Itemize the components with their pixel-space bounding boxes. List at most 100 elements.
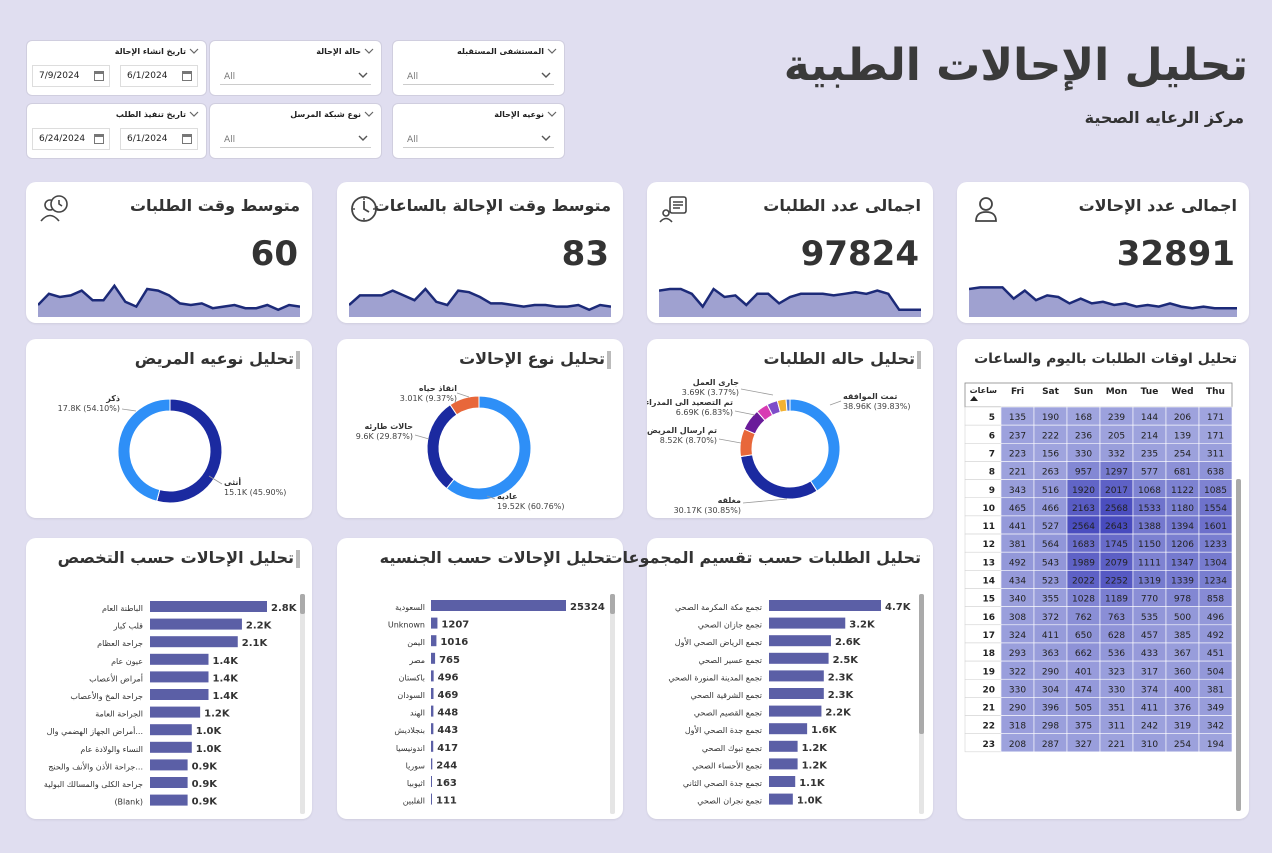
bar[interactable] [431, 600, 566, 611]
bar[interactable] [150, 794, 188, 806]
donut-slice[interactable] [117, 398, 171, 502]
scrollbar[interactable] [300, 594, 305, 814]
donut-slice[interactable] [156, 398, 223, 504]
bar[interactable] [431, 688, 434, 699]
chevron-down-icon[interactable] [540, 132, 552, 144]
bar[interactable] [769, 688, 824, 699]
chevron-down-icon[interactable] [357, 69, 369, 81]
bar[interactable] [431, 635, 437, 647]
bar[interactable] [431, 617, 438, 629]
bar[interactable] [431, 776, 432, 787]
sparkline[interactable] [659, 273, 921, 317]
bar[interactable] [150, 706, 201, 718]
column-header[interactable]: Thu [1206, 387, 1225, 397]
column-header[interactable]: Tue [1141, 387, 1159, 397]
cell-value: 381 [1009, 540, 1026, 550]
chevron-down-icon[interactable] [546, 109, 558, 119]
bar[interactable] [431, 670, 434, 682]
calendar-icon[interactable] [182, 134, 192, 144]
sparkline[interactable] [349, 273, 611, 317]
referral-type-donut[interactable]: عاديه19.52K (60.76%) حالات طارئه9.6K (29.… [337, 339, 623, 518]
scrollbar-thumb[interactable] [610, 594, 615, 614]
date-to-input[interactable]: 7/9/2024 [32, 65, 110, 87]
filter-value[interactable]: All [224, 135, 235, 145]
chevron-down-icon[interactable] [188, 46, 200, 56]
bar[interactable] [150, 759, 188, 771]
chevron-down-icon[interactable] [188, 109, 200, 119]
bar[interactable] [150, 689, 209, 700]
calendar-icon[interactable] [182, 71, 192, 81]
column-header[interactable]: Wed [1171, 387, 1193, 397]
bar[interactable] [431, 705, 434, 717]
column-header[interactable]: Mon [1106, 387, 1128, 397]
bar[interactable] [769, 635, 831, 647]
specialty-bar-chart[interactable]: الباطنة العام 2.8K قلب كبار 2.2K جراحة العظا… [26, 538, 312, 819]
bar[interactable] [769, 670, 824, 682]
row-header: 8 [989, 468, 995, 478]
bar[interactable] [431, 793, 432, 805]
filter-0: تاريخ انشاء الإحالة 6/1/2024 7/9/2024 [26, 40, 207, 96]
bar[interactable] [769, 776, 796, 787]
sparkline[interactable] [38, 273, 300, 317]
bar[interactable] [769, 600, 881, 611]
date-from-input[interactable]: 6/1/2024 [120, 65, 198, 87]
category-label: تجمع مكة المكرمة الصحي [675, 603, 762, 612]
bar[interactable] [150, 653, 209, 665]
filter-value[interactable]: All [224, 72, 235, 82]
chevron-down-icon[interactable] [540, 69, 552, 81]
cell-value: 1234 [1204, 577, 1227, 587]
nationality-bar-chart[interactable]: السعودية 25324 Unknown 1207 اليمن 1016 مصر 765 ب… [337, 538, 623, 819]
column-header[interactable]: Fri [1011, 387, 1024, 397]
donut-slice[interactable] [785, 398, 791, 412]
bar[interactable] [769, 793, 793, 805]
hour-day-heatmap[interactable]: ساعات Fri Sat Sun Mon Tue Wed Thu5 135 190 168 239 1… [957, 339, 1249, 819]
cell-value: 466 [1042, 504, 1059, 514]
calendar-icon[interactable] [94, 71, 104, 81]
bar[interactable] [431, 723, 434, 735]
bar[interactable] [431, 652, 436, 664]
scrollbar[interactable] [610, 594, 615, 814]
filter-value[interactable]: All [407, 72, 418, 82]
bar[interactable] [769, 652, 829, 664]
bar[interactable] [150, 741, 192, 753]
cell-value: 304 [1042, 685, 1059, 695]
scrollbar-thumb[interactable] [300, 594, 305, 614]
bar[interactable] [769, 740, 798, 752]
calendar-icon[interactable] [94, 134, 104, 144]
bar[interactable] [150, 601, 267, 612]
scrollbar[interactable] [1236, 479, 1241, 811]
groups-bar-chart[interactable]: تجمع مكة المكرمة الصحي 4.7K تجمع جازان الص… [647, 538, 933, 819]
filter-value[interactable]: All [407, 135, 418, 145]
chevron-down-icon[interactable] [363, 46, 375, 56]
bar[interactable] [769, 723, 808, 735]
bar[interactable] [431, 740, 434, 752]
date-to-input[interactable]: 6/24/2024 [32, 128, 110, 150]
bar-value-label: 0.9K [192, 761, 219, 772]
cell-value: 2568 [1105, 504, 1128, 514]
bar[interactable] [150, 636, 238, 648]
bar[interactable] [769, 758, 798, 770]
chevron-down-icon[interactable] [363, 109, 375, 119]
cell-value: 222 [1042, 431, 1059, 441]
chevron-down-icon[interactable] [357, 132, 369, 144]
request-status-donut[interactable]: تمت الموافقه38.96K (39.83%) مغلقه30.17K (… [647, 339, 933, 518]
bar[interactable] [769, 705, 822, 717]
donut-slice[interactable] [740, 454, 818, 500]
patient-type-donut[interactable]: ذكر17.8K (54.10%) أنثى15.1K (45.90%) [26, 339, 312, 518]
column-header[interactable]: Sun [1074, 387, 1093, 397]
bar[interactable] [150, 777, 188, 788]
bar[interactable] [150, 618, 242, 630]
bar[interactable] [150, 724, 192, 736]
cell-value: 762 [1075, 613, 1092, 623]
bar[interactable] [431, 758, 433, 770]
bar[interactable] [769, 617, 846, 629]
sparkline[interactable] [969, 273, 1237, 317]
chevron-down-icon[interactable] [546, 46, 558, 56]
column-header[interactable]: Sat [1042, 387, 1060, 397]
donut-slice[interactable] [789, 398, 841, 492]
bar[interactable] [150, 671, 209, 683]
scrollbar-thumb[interactable] [919, 594, 924, 734]
donut-slice[interactable] [426, 404, 458, 490]
date-from-input[interactable]: 6/1/2024 [120, 128, 198, 150]
category-label: جراحة الأذن والأنف والحنج... [48, 761, 143, 771]
